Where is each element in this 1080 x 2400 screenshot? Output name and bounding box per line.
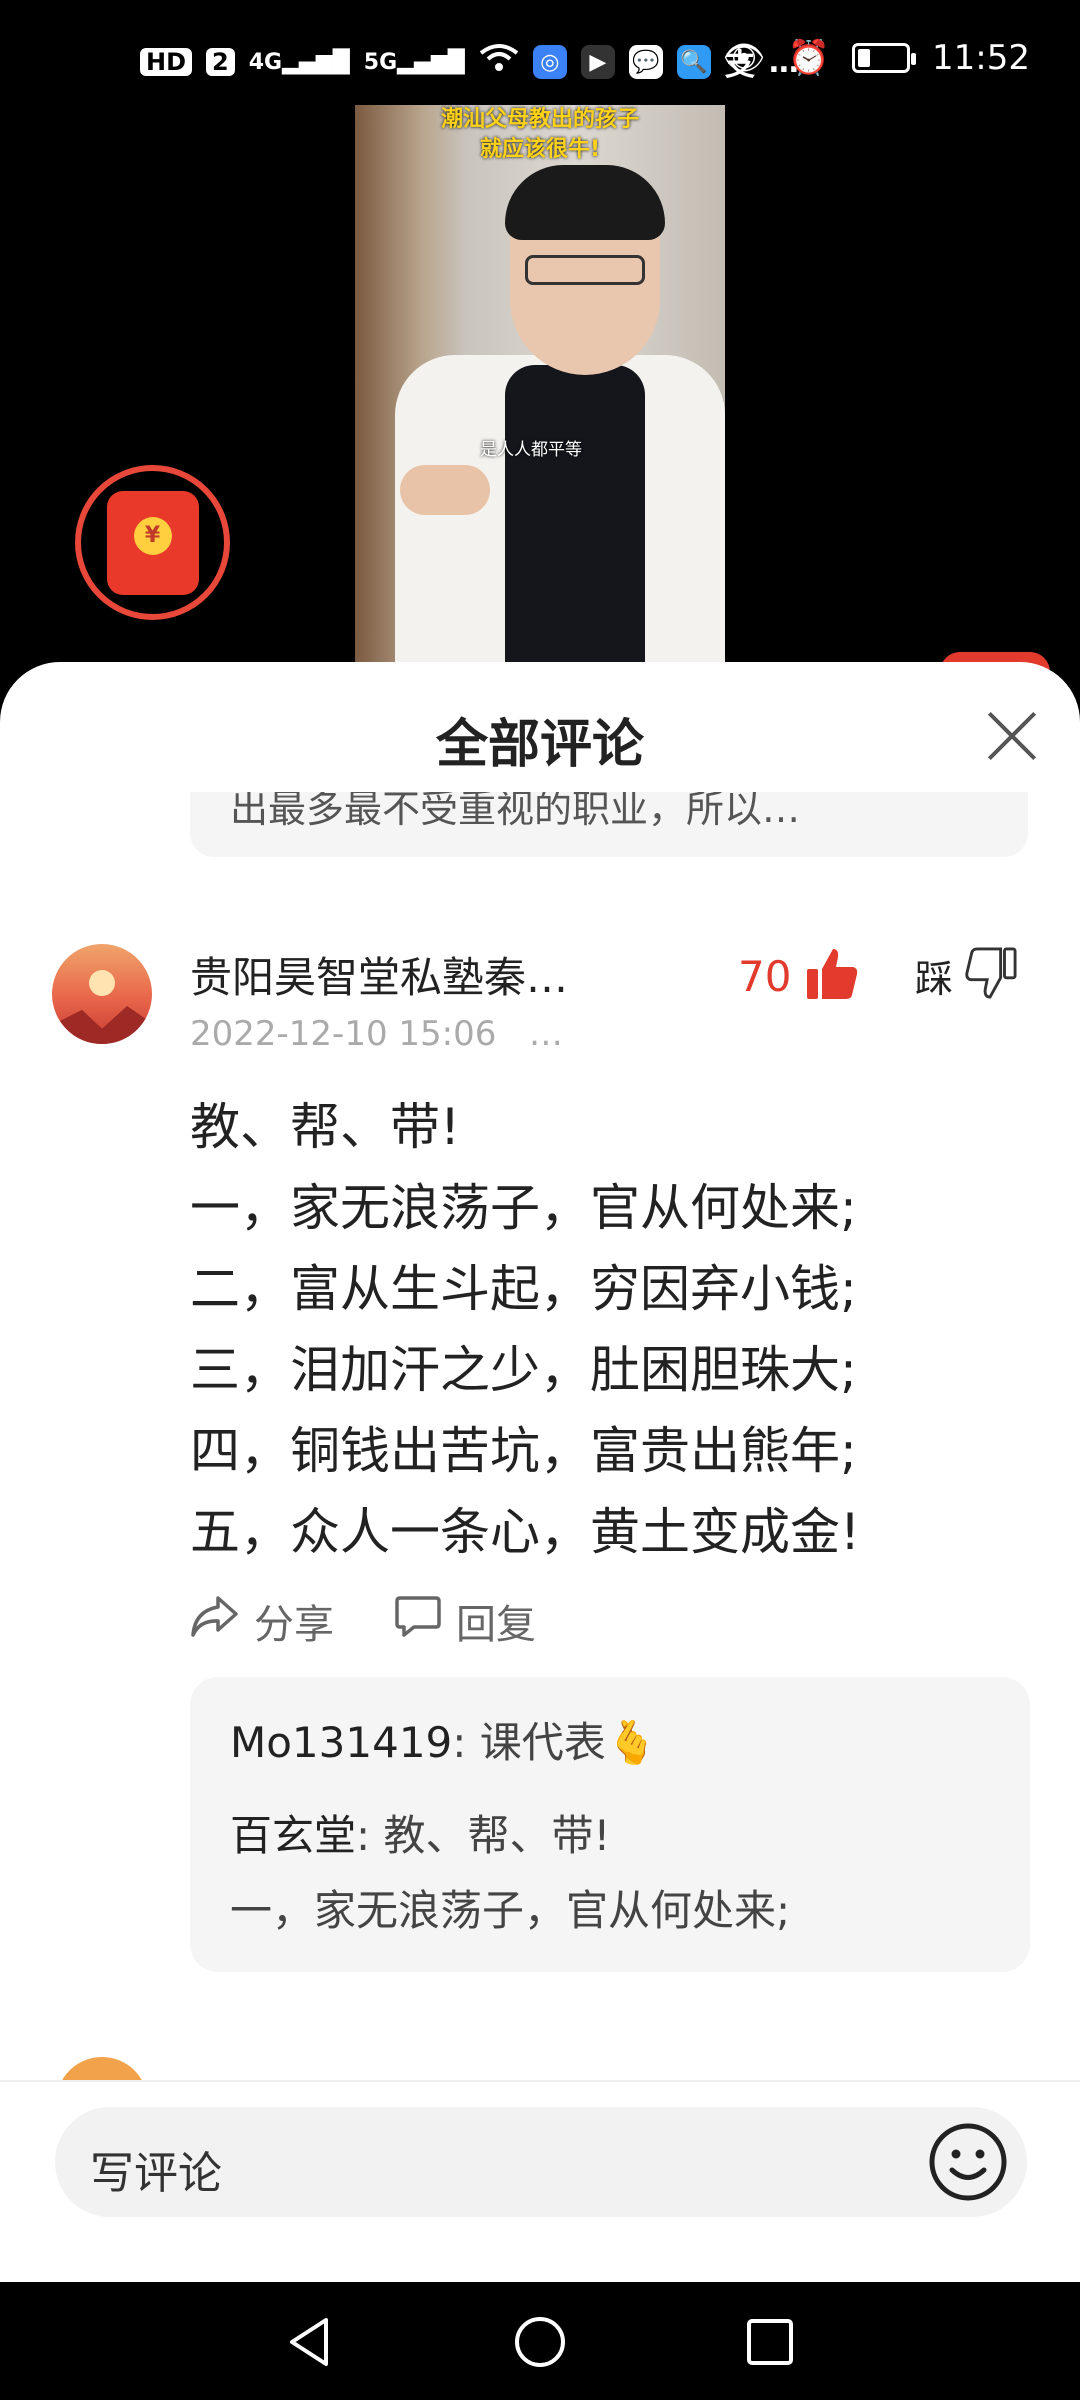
hd-indicator: HD <box>140 48 193 76</box>
reply-author: Mo131419 <box>230 1718 453 1767</box>
home-nav-icon[interactable] <box>510 2312 570 2372</box>
reply-text: : 课代表🫰 <box>452 1718 659 1767</box>
reply-text-continued: 一，家无浪荡子，官从何处来; <box>230 1886 791 1935</box>
search-icon: 🔍 <box>676 45 711 79</box>
sim-indicator: 2 <box>206 48 235 76</box>
reply-item[interactable]: 百玄堂: 教、帮、带! <box>230 1802 610 1863</box>
network-5g-indicator: 5G▂▄▆█ <box>363 49 465 75</box>
previous-reply-fragment[interactable]: 出最多最不受重视的职业，所以… <box>190 792 1028 857</box>
comment-line: 四，铜钱出苦坑，富贵出熊年; <box>190 1422 857 1480</box>
comments-sheet: 全部评论 出最多最不受重视的职业，所以… 贵阳昊智堂私塾秦… 2022-12-1… <box>0 662 1080 2282</box>
clock: 11:52 <box>932 38 1030 78</box>
comment-body: 教、帮、带! 一，家无浪荡子，官从何处来; 二，富从生斗起，穷因弃小钱; 三，泪… <box>190 1087 860 1573</box>
sheet-title: 全部评论 <box>435 715 644 775</box>
system-nav-bar <box>0 2282 1080 2400</box>
reply-author: 百玄堂 <box>230 1811 357 1860</box>
comment-line: 五，众人一条心，黄土变成金! <box>190 1503 861 1561</box>
avatar[interactable] <box>52 944 152 1044</box>
video-subtitle: 是人人都平等 <box>480 440 582 460</box>
red-packet-button[interactable]: ¥ <box>75 465 230 620</box>
flag-icon: ▶ <box>580 45 615 79</box>
status-right-icons: 👁 ⏰ 11:52 <box>723 38 1031 78</box>
comment-timestamp: 2022-12-10 15:06 … <box>190 1014 563 1054</box>
comment-line: 三，泪加汗之少，肚困胆珠大; <box>190 1341 857 1399</box>
battery-icon <box>852 43 917 73</box>
alarm-icon: ⏰ <box>787 38 831 78</box>
like-button[interactable]: 70 <box>738 947 859 1005</box>
reply-text: : 教、帮、带! <box>356 1811 611 1860</box>
status-left-icons: HD 2 4G▂▄▆█ 5G▂▄▆█ ◎ ▶ 💬 🔍 支 … <box>140 40 799 84</box>
comment-input-placeholder: 写评论 <box>90 2148 222 2199</box>
comment-line: 教、帮、带! <box>190 1098 461 1156</box>
wifi-icon <box>479 43 519 81</box>
dislike-label: 踩 <box>915 956 954 1001</box>
recents-nav-icon[interactable] <box>740 2312 800 2372</box>
like-count: 70 <box>738 951 792 1001</box>
comment-username[interactable]: 贵阳昊智堂私塾秦… <box>190 944 568 1005</box>
network-4g-indicator: 4G▂▄▆█ <box>248 49 350 75</box>
emoji-icon[interactable] <box>927 2121 1009 2203</box>
video-caption: 潮汕父母教出的孩子 就应该很牛! <box>440 107 639 162</box>
video-figure-glasses <box>525 255 645 285</box>
video-player[interactable]: 潮汕父母教出的孩子 就应该很牛! 是人人都平等 <box>355 105 725 665</box>
video-figure-shirt <box>505 365 645 665</box>
reply-item[interactable]: Mo131419: 课代表🫰 <box>230 1709 658 1770</box>
eye-icon: 👁 <box>722 38 766 78</box>
thumbs-down-icon <box>965 947 1017 1003</box>
share-icon <box>190 1594 240 1648</box>
reply-button[interactable]: 回复 <box>394 1592 536 1650</box>
close-button[interactable] <box>982 704 1042 764</box>
reply-bubble-icon <box>394 1594 442 1648</box>
replies-box[interactable]: Mo131419: 课代表🫰 百玄堂: 教、帮、带! 一，家无浪荡子，官从何处来… <box>190 1677 1030 1972</box>
comment-input-bar: 写评论 <box>0 2080 1080 2282</box>
comment-input[interactable]: 写评论 <box>55 2107 1027 2217</box>
share-button[interactable]: 分享 <box>190 1592 334 1650</box>
video-figure-hair <box>505 165 665 240</box>
back-nav-icon[interactable] <box>280 2312 340 2372</box>
dislike-button[interactable]: 踩 <box>915 947 1017 1003</box>
comment-more-button[interactable]: … <box>529 1014 563 1054</box>
red-packet-icon: ¥ <box>106 490 199 595</box>
wechat-icon: 💬 <box>628 45 663 79</box>
video-figure-hand <box>400 465 490 515</box>
thumbs-up-icon <box>805 947 859 1005</box>
comment-line: 一，家无浪荡子，官从何处来; <box>190 1179 857 1237</box>
comment-line: 二，富从生斗起，穷因弃小钱; <box>190 1260 857 1318</box>
comment-actions: 分享 回复 <box>190 1592 596 1650</box>
browser-icon: ◎ <box>532 45 567 79</box>
